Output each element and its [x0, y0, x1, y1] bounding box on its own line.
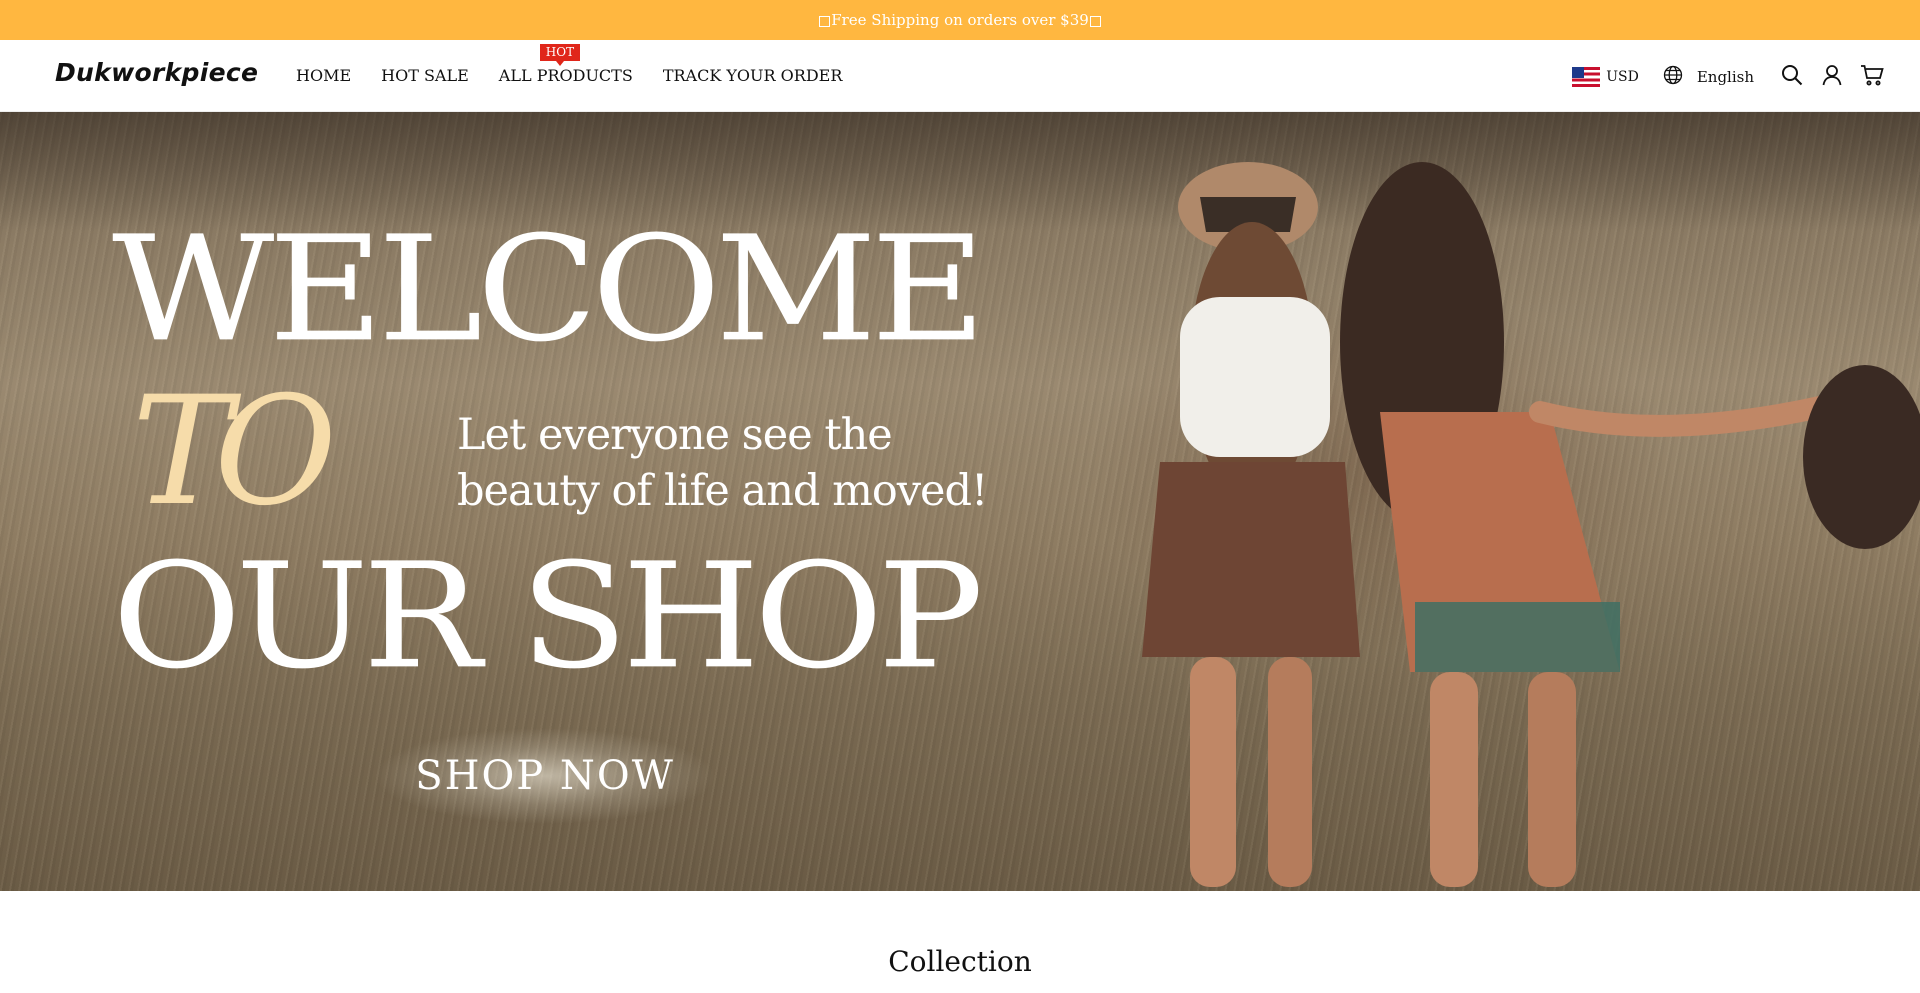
nav-all-products[interactable]: ALL PRODUCTS HOT — [498, 44, 633, 85]
header-actions: USD English — [1572, 60, 1892, 94]
shop-now-button[interactable]: SHOP NOW — [372, 724, 718, 828]
announcement-bar: Free Shipping on orders over $39 — [0, 0, 1920, 40]
search-icon — [1781, 64, 1803, 90]
hot-badge: HOT — [539, 44, 581, 66]
hero-banner[interactable]: WELCOME TO Let everyone see the beauty o… — [0, 112, 1920, 891]
box-glyph-icon — [1089, 15, 1101, 27]
cart-button[interactable] — [1852, 60, 1892, 94]
currency-selector[interactable]: USD — [1572, 67, 1639, 87]
site-header: Dukworkpiece HOME HOT SALE ALL PRODUCTS … — [0, 40, 1920, 112]
nav-all-products-label: ALL PRODUCTS — [498, 66, 633, 85]
hero-welcome-text: WELCOME — [112, 205, 986, 375]
hero-photo-people — [1142, 162, 1920, 887]
announcement-text: Free Shipping on orders over $39 — [831, 11, 1089, 29]
nav-track-order[interactable]: TRACK YOUR ORDER — [663, 66, 843, 85]
language-selector[interactable]: English — [1663, 65, 1754, 89]
globe-icon — [1663, 65, 1683, 89]
site-logo[interactable]: Dukworkpiece — [55, 58, 258, 87]
nav-home[interactable]: HOME — [296, 66, 351, 85]
hero-tagline-line2: beauty of life and moved! — [457, 466, 988, 516]
nav-hot-sale[interactable]: HOT SALE — [381, 66, 469, 85]
main-nav: HOME HOT SALE ALL PRODUCTS HOT TRACK YOU… — [296, 44, 843, 85]
hero-tagline: Let everyone see the beauty of life and … — [457, 407, 988, 519]
cart-icon — [1860, 64, 1884, 90]
account-icon — [1821, 64, 1843, 90]
account-button[interactable] — [1812, 60, 1852, 94]
hero-to-script: TO — [132, 365, 337, 539]
search-button[interactable] — [1772, 60, 1812, 94]
currency-label: USD — [1606, 69, 1639, 85]
hero-tagline-line1: Let everyone see the — [457, 410, 893, 460]
flag-us-icon — [1572, 67, 1601, 87]
collection-heading: Collection — [888, 945, 1032, 978]
language-label: English — [1696, 68, 1754, 86]
box-glyph-icon — [819, 15, 831, 27]
hero-our-shop-text: OUR SHOP — [112, 532, 984, 702]
